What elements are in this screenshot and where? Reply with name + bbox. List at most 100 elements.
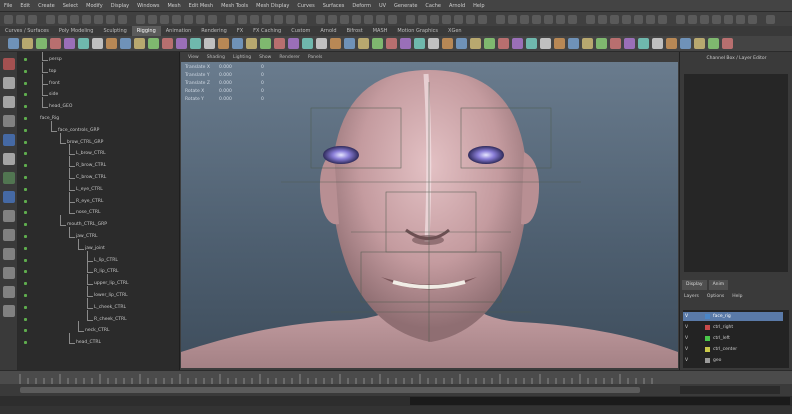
status-line-button[interactable] [520,14,529,24]
outliner-item[interactable]: R_brow_CTRL [76,162,106,170]
menu-item-mesh[interactable]: Mesh [163,3,184,9]
shelf-tab[interactable]: Arnold [315,26,341,36]
outliner-item[interactable]: R_cheek_CTRL [94,316,127,324]
status-line-button[interactable] [556,14,565,24]
shelf-tab[interactable]: MASH [368,26,393,36]
toolbox-tool-icon[interactable] [3,229,15,241]
outliner-item[interactable]: R_eye_CTRL [76,198,103,206]
shelf-tool-icon[interactable] [680,38,691,49]
outliner-item[interactable]: front [49,80,60,88]
menu-item-curves[interactable]: Curves [293,3,318,9]
status-line-button[interactable] [376,14,385,24]
shelf-tool-icon[interactable] [134,38,145,49]
status-line-button[interactable] [442,14,451,24]
channel-value[interactable]: 0.000 [219,72,232,80]
toolbox-tool-icon[interactable] [3,286,15,298]
outliner-item[interactable]: brow_CTRL_GRP [67,139,103,147]
layer-row[interactable]: Vctrl_left [683,334,783,343]
status-line-button[interactable] [316,14,325,24]
toolbox-tool-icon[interactable] [3,191,15,203]
shelf-tool-icon[interactable] [386,38,397,49]
shelf-tab[interactable]: FX Caching [248,26,286,36]
outliner-item[interactable]: head_CTRL [76,339,101,347]
time-slider[interactable] [0,370,792,384]
layer-editor-menu-item[interactable]: Help [730,292,744,302]
shelf-tool-icon[interactable] [428,38,439,49]
status-line-button[interactable] [454,14,463,24]
command-line[interactable] [0,396,792,406]
menu-item-help[interactable]: Help [469,3,488,9]
shelf-tool-icon[interactable] [36,38,47,49]
menu-item-display[interactable]: Display [107,3,133,9]
status-line-button[interactable] [28,14,37,24]
shelf-tool-icon[interactable] [470,38,481,49]
status-line-button[interactable] [226,14,235,24]
status-line-button[interactable] [598,14,607,24]
shelf-tool-icon[interactable] [568,38,579,49]
status-line-button[interactable] [388,14,397,24]
shelf-tool-icon[interactable] [624,38,635,49]
status-line-button[interactable] [106,14,115,24]
status-line-button[interactable] [208,14,217,24]
outliner-item[interactable]: R_lip_CTRL [94,268,119,276]
layer-visibility-toggle[interactable]: V [685,323,688,332]
status-line-button[interactable] [736,14,745,24]
shelf-tool-icon[interactable] [148,38,159,49]
outliner-item[interactable]: nose_CTRL [76,209,101,217]
menu-item-cache[interactable]: Cache [421,3,445,9]
shelf-tab[interactable]: FX [232,26,248,36]
layer-editor-tab[interactable]: Display [682,280,707,290]
outliner-item[interactable]: persp [49,56,62,64]
shelf-tool-icon[interactable] [260,38,271,49]
shelf-tool-icon[interactable] [666,38,677,49]
status-line-button[interactable] [430,14,439,24]
status-line-button[interactable] [610,14,619,24]
layer-editor-menu-item[interactable]: Layers [682,292,701,302]
layer-row[interactable]: Vctrl_right [683,323,783,332]
status-line-button[interactable] [58,14,67,24]
shelf-tool-icon[interactable] [708,38,719,49]
toolbox-tool-icon[interactable] [3,248,15,260]
playback-controls[interactable] [680,386,780,394]
shelf-tab[interactable]: Bifrost [342,26,368,36]
shelf-tool-icon[interactable] [498,38,509,49]
shelf-tool-icon[interactable] [554,38,565,49]
status-line-button[interactable] [466,14,475,24]
shelf-tool-icon[interactable] [106,38,117,49]
toolbox-tool-icon[interactable] [3,77,15,89]
outliner-item[interactable]: C_brow_CTRL [76,174,106,182]
status-line-button[interactable] [406,14,415,24]
shelf-tool-icon[interactable] [190,38,201,49]
layer-row[interactable]: Vctrl_center [683,345,783,354]
menu-item-edit[interactable]: Edit [16,3,34,9]
menu-item-mesh-display[interactable]: Mesh Display [252,3,293,9]
shelf-tool-icon[interactable] [512,38,523,49]
status-line-button[interactable] [646,14,655,24]
status-line-button[interactable] [16,14,25,24]
menu-item-file[interactable]: File [0,3,16,9]
status-line-button[interactable] [766,14,775,24]
status-line-button[interactable] [352,14,361,24]
shelf-tool-icon[interactable] [288,38,299,49]
status-line-button[interactable] [634,14,643,24]
toolbox-tool-icon[interactable] [3,172,15,184]
shelf-tab[interactable]: Motion Graphics [392,26,443,36]
shelf-tab[interactable]: Animation [161,26,197,36]
status-line-button[interactable] [82,14,91,24]
outliner-item[interactable]: jaw_CTRL [76,233,97,241]
status-line-button[interactable] [586,14,595,24]
status-line-button[interactable] [748,14,757,24]
channel-value[interactable]: 0.000 [219,96,232,104]
outliner-item[interactable]: L_lip_CTRL [94,257,118,265]
channel-value[interactable]: 0.000 [219,88,232,96]
status-line-button[interactable] [622,14,631,24]
status-line-button[interactable] [172,14,181,24]
shelf-tool-icon[interactable] [218,38,229,49]
layer-visibility-toggle[interactable]: V [685,334,688,343]
outliner-item[interactable]: head_GEO [49,103,72,111]
shelf-tool-icon[interactable] [204,38,215,49]
outliner-item[interactable]: L_eye_CTRL [76,186,103,194]
layer-visibility-toggle[interactable]: V [685,312,688,321]
status-line-button[interactable] [70,14,79,24]
menu-item-create[interactable]: Create [34,3,59,9]
